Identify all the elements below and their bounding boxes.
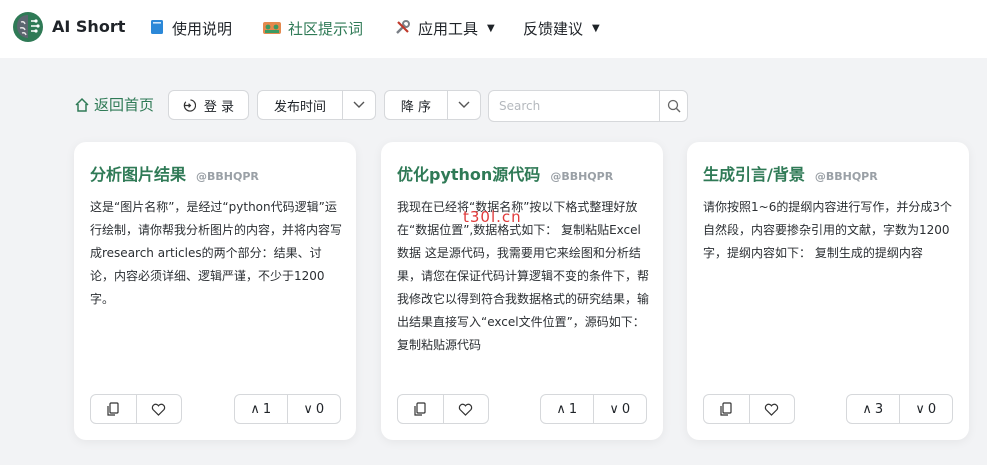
upvote-button[interactable]: ∧ 3 [847, 395, 899, 423]
downvote-count: 0 [927, 401, 937, 417]
top-nav-bar: AI Short 使用说明 社区提示词 应用工具 ▼ 反馈建议 ▼ [0, 0, 987, 59]
order-value: 降 序 [400, 99, 432, 115]
order-select[interactable]: 降 序 [384, 90, 481, 120]
copy-icon [720, 402, 732, 416]
nav-feedback[interactable]: 反馈建议 ▼ [523, 18, 600, 39]
chevron-down-icon: ∨ [915, 401, 925, 417]
copy-button[interactable] [704, 395, 749, 423]
back-home-link[interactable]: 返回首页 [74, 94, 154, 115]
card-title[interactable]: 优化python源代码 @BBHQPR [397, 161, 613, 185]
card-votes: ∧ 1 ∨ 0 [234, 394, 341, 424]
chevron-down-icon: ∨ [609, 401, 619, 417]
brain-logo-icon[interactable] [12, 11, 44, 43]
login-icon [183, 98, 196, 112]
search-input[interactable] [489, 91, 659, 121]
prompt-card: 生成引言/背景 @BBHQPR 请你按照1~6的提纲内容进行写作，并分成3个自然段… [687, 142, 969, 440]
downvote-button[interactable]: ∨ 0 [286, 395, 341, 423]
card-title[interactable]: 生成引言/背景 @BBHQPR [703, 161, 878, 185]
chevron-down-icon: ▼ [592, 23, 600, 34]
card-actions [703, 394, 795, 424]
card-title[interactable]: 分析图片结果 @BBHQPR [90, 161, 259, 185]
card-body: 请你按照1~6的提纲内容进行写作，并分成3个自然段，内容要掺杂引用的文献，字数为… [703, 200, 952, 260]
card-actions [397, 394, 489, 424]
nav-community-prompts-label: 社区提示词 [288, 20, 364, 38]
chevron-up-icon: ∧ [556, 401, 566, 417]
downvote-button[interactable]: ∨ 0 [898, 395, 953, 423]
watermark-text: t30l.cn [463, 208, 522, 226]
chevron-up-icon: ∧ [862, 401, 872, 417]
nav-usage-guide[interactable]: 使用说明 [149, 18, 232, 39]
card-votes: ∧ 3 ∨ 0 [846, 394, 953, 424]
chevron-down-icon[interactable] [447, 91, 480, 119]
nav-usage-guide-label: 使用说明 [172, 20, 233, 38]
sort-by-select[interactable]: 发布时间 [257, 90, 376, 120]
home-icon [75, 97, 89, 112]
copy-icon [414, 402, 426, 416]
card-actions [90, 394, 182, 424]
prompt-card: 优化python源代码 @BBHQPR 我现在已经将“数据名称”按以下格式整理好放… [381, 142, 663, 440]
heart-icon [459, 403, 473, 416]
prompt-card: 分析图片结果 @BBHQPR 这是“图片名称”，是经过“python代码逻辑”运行… [74, 142, 356, 440]
downvote-count: 0 [621, 401, 631, 417]
brand-name[interactable]: AI Short [52, 17, 125, 36]
nav-app-tools-label: 应用工具 [418, 20, 479, 38]
heart-icon [152, 403, 166, 416]
card-author[interactable]: @BBHQPR [550, 170, 613, 183]
back-home-label: 返回首页 [94, 96, 155, 114]
upvote-button[interactable]: ∧ 1 [541, 395, 593, 423]
upvote-count: 1 [568, 401, 578, 417]
upvote-count: 3 [874, 401, 884, 417]
card-author[interactable]: @BBHQPR [196, 170, 259, 183]
chevron-up-icon: ∧ [250, 401, 260, 417]
sort-by-value: 发布时间 [273, 99, 326, 115]
nav-app-tools[interactable]: 应用工具 ▼ [395, 18, 495, 39]
book-icon [149, 19, 165, 38]
card-body: 这是“图片名称”，是经过“python代码逻辑”运行绘制，请你帮我分析图片的内容… [90, 200, 343, 306]
search-button[interactable] [659, 91, 687, 121]
downvote-button[interactable]: ∨ 0 [592, 395, 647, 423]
community-icon [263, 19, 281, 38]
chevron-down-icon: ∨ [303, 401, 313, 417]
copy-icon [107, 402, 119, 416]
nav-community-prompts[interactable]: 社区提示词 [263, 18, 363, 39]
chevron-down-icon[interactable] [342, 91, 375, 119]
downvote-count: 0 [315, 401, 325, 417]
chevron-down-icon: ▼ [487, 23, 495, 34]
upvote-button[interactable]: ∧ 1 [235, 395, 287, 423]
search-box [488, 90, 688, 122]
card-author[interactable]: @BBHQPR [815, 170, 878, 183]
card-votes: ∧ 1 ∨ 0 [540, 394, 647, 424]
card-body: 我现在已经将“数据名称”按以下格式整理好放在“数据位置”,数据格式如下： 复制粘… [397, 200, 650, 352]
heart-icon [765, 403, 779, 416]
copy-button[interactable] [91, 395, 136, 423]
favorite-button[interactable] [135, 395, 182, 423]
favorite-button[interactable] [748, 395, 795, 423]
nav-feedback-label: 反馈建议 [523, 20, 584, 38]
copy-button[interactable] [398, 395, 443, 423]
login-button[interactable]: 登 录 [168, 90, 249, 120]
search-icon [667, 99, 680, 113]
login-label: 登 录 [203, 99, 235, 115]
tools-icon [395, 19, 411, 38]
upvote-count: 1 [262, 401, 272, 417]
favorite-button[interactable] [442, 395, 489, 423]
